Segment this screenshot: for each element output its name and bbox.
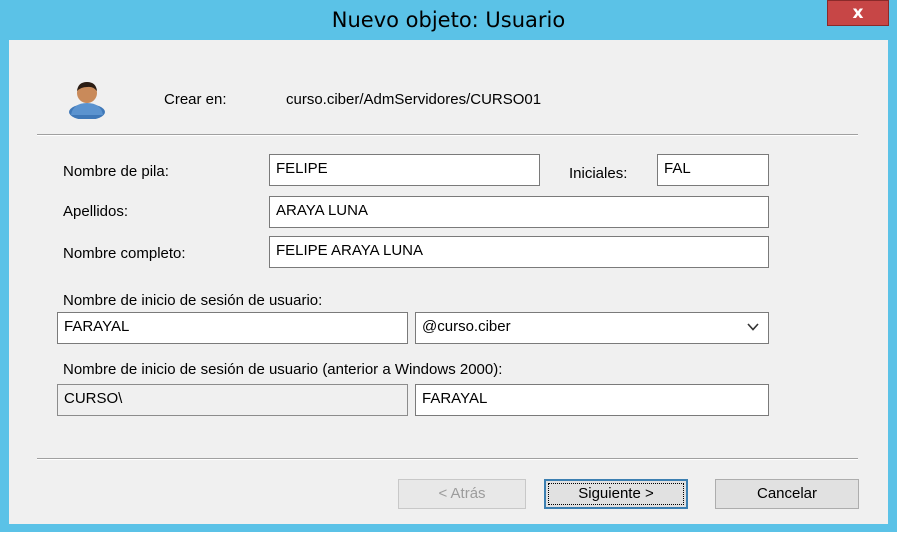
first-name-label: Nombre de pila: xyxy=(63,163,169,180)
user-icon xyxy=(69,82,105,119)
logon-name-label: Nombre de inicio de sesión de usuario: xyxy=(63,292,323,309)
header-separator xyxy=(37,134,858,136)
full-name-field[interactable]: FELIPE ARAYA LUNA xyxy=(269,236,769,268)
pre2000-logon-label: Nombre de inicio de sesión de usuario (a… xyxy=(63,361,503,378)
last-name-label: Apellidos: xyxy=(63,203,129,220)
footer-separator xyxy=(37,458,858,460)
cancel-button[interactable]: Cancelar xyxy=(715,479,859,509)
next-button[interactable]: Siguiente > xyxy=(544,479,688,509)
title-bar[interactable]: Nuevo objeto: Usuario x xyxy=(0,0,897,40)
dialog-body: Crear en: curso.ciber/AdmServidores/CURS… xyxy=(9,40,888,524)
domain-select-value: @curso.ciber xyxy=(422,318,511,335)
dialog-window: Nuevo objeto: Usuario x Crear en: curso.… xyxy=(0,0,897,532)
last-name-field[interactable]: ARAYA LUNA xyxy=(269,196,769,228)
pre2000-domain-field: CURSO\ xyxy=(57,384,408,416)
pre2000-logon-field[interactable]: FARAYAL xyxy=(415,384,769,416)
chevron-down-icon xyxy=(747,323,759,331)
close-icon: x xyxy=(852,3,864,23)
full-name-label: Nombre completo: xyxy=(63,245,186,262)
initials-field[interactable]: FAL xyxy=(657,154,769,186)
create-in-label: Crear en: xyxy=(164,91,227,108)
domain-select[interactable]: @curso.ciber xyxy=(415,312,769,344)
logon-name-field[interactable]: FARAYAL xyxy=(57,312,408,344)
window-title: Nuevo objeto: Usuario xyxy=(331,8,566,32)
initials-label: Iniciales: xyxy=(569,165,628,182)
first-name-field[interactable]: FELIPE xyxy=(269,154,540,186)
create-in-path: curso.ciber/AdmServidores/CURSO01 xyxy=(286,91,542,108)
back-button[interactable]: < Atrás xyxy=(398,479,526,509)
close-button[interactable]: x xyxy=(827,0,889,26)
focus-rectangle xyxy=(548,483,684,505)
